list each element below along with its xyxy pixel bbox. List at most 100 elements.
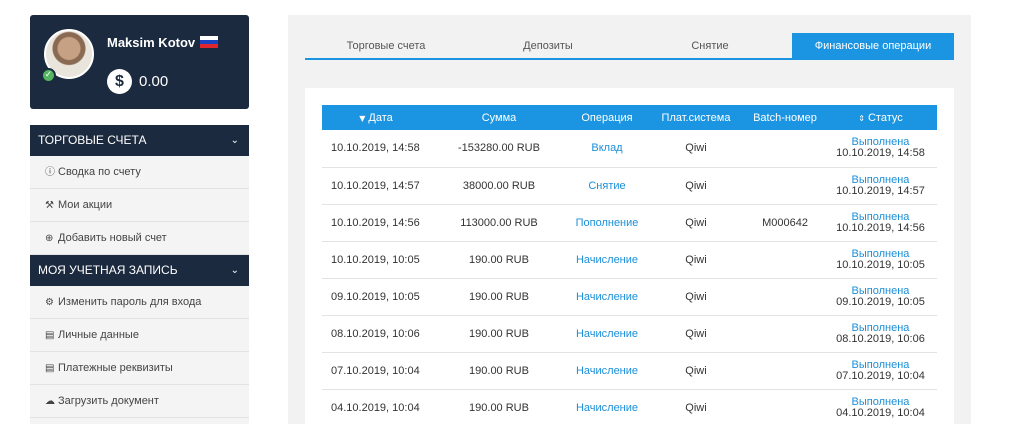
table-row: 10.10.2019, 14:57 38000.00 RUB Снятие Qi… (322, 167, 937, 205)
cell-payment-system: Qiwi (646, 241, 746, 279)
column-header-status[interactable]: ⇕ Статус (824, 105, 937, 130)
cell-amount: 38000.00 RUB (430, 167, 568, 205)
status-date: 08.10.2019, 10:06 (836, 332, 925, 345)
table-row: 04.10.2019, 10:04 190.00 RUB Начисление … (322, 389, 937, 424)
cell-operation[interactable]: Начисление (568, 241, 646, 279)
cell-payment-system: Qiwi (646, 204, 746, 242)
tab-withdrawal[interactable]: Снятие (629, 33, 791, 60)
sidebar-item-change-password[interactable]: ⚙ Изменить пароль для входа (30, 286, 249, 319)
sidebar-item-account-summary[interactable]: ⓘ Сводка по счету (30, 156, 249, 189)
id-card-icon: ▤ (45, 330, 55, 341)
cell-amount: -153280.00 RUB (430, 130, 568, 168)
status-label[interactable]: Выполнена (824, 359, 937, 371)
cell-batch-number (746, 315, 824, 353)
balance-value: 0.00 (139, 73, 169, 90)
cell-batch-number: M000642 (746, 204, 824, 242)
main-panel: Торговые счета Депозиты Снятие Финансовы… (288, 15, 971, 424)
sidebar-item-my-shares[interactable]: ⚒ Мои акции (30, 189, 249, 222)
column-header-operation: Операция (568, 105, 646, 130)
cell-amount: 190.00 RUB (430, 278, 568, 316)
status-date: 10.10.2019, 10:05 (836, 258, 925, 271)
status-label[interactable]: Выполнена (824, 322, 937, 334)
dollar-coin-icon: $ (107, 69, 132, 94)
cell-status: Выполнена 07.10.2019, 10:04 (824, 352, 937, 390)
cell-operation[interactable]: Начисление (568, 315, 646, 353)
cell-amount: 190.00 RUB (430, 241, 568, 279)
status-label[interactable]: Выполнена (824, 248, 937, 260)
status-label[interactable]: Выполнена (824, 285, 937, 297)
cell-status: Выполнена 04.10.2019, 10:04 (824, 389, 937, 424)
cell-amount: 190.00 RUB (430, 315, 568, 353)
table-row: 10.10.2019, 10:05 190.00 RUB Начисление … (322, 241, 937, 279)
tab-deposits[interactable]: Депозиты (467, 33, 629, 60)
table-row: 10.10.2019, 14:56 113000.00 RUB Пополнен… (322, 204, 937, 242)
info-icon: ⓘ (45, 167, 55, 178)
status-label[interactable]: Выполнена (824, 211, 937, 223)
cell-batch-number (746, 278, 824, 316)
status-label[interactable]: Выполнена (824, 396, 937, 408)
cloud-upload-icon: ☁ (45, 396, 55, 407)
cell-date: 10.10.2019, 10:05 (322, 241, 430, 279)
cell-status: Выполнена 10.10.2019, 14:57 (824, 167, 937, 205)
status-date: 09.10.2019, 10:05 (836, 295, 925, 308)
menu-section-trading-accounts[interactable]: ТОРГОВЫЕ СЧЕТА ⌄ (30, 125, 249, 156)
operations-panel: ▼ Дата Сумма Операция Плат.система Batch… (305, 88, 954, 424)
cell-batch-number (746, 352, 824, 390)
cell-amount: 190.00 RUB (430, 389, 568, 424)
column-header-batch-number: Batch-номер (746, 105, 824, 130)
cell-operation[interactable]: Вклад (568, 130, 646, 168)
cell-date: 08.10.2019, 10:06 (322, 315, 430, 353)
table-row: 07.10.2019, 10:04 190.00 RUB Начисление … (322, 352, 937, 390)
tab-bar: Торговые счета Депозиты Снятие Финансовы… (305, 33, 954, 60)
cell-payment-system: Qiwi (646, 130, 746, 168)
sidebar-item-add-account[interactable]: ⊕ Добавить новый счет (30, 222, 249, 255)
cell-status: Выполнена 09.10.2019, 10:05 (824, 278, 937, 316)
verified-check-icon: ✓ (41, 68, 56, 83)
cell-batch-number (746, 130, 824, 168)
cell-payment-system: Qiwi (646, 315, 746, 353)
cell-amount: 113000.00 RUB (430, 204, 568, 242)
table-row: 10.10.2019, 14:58 -153280.00 RUB Вклад Q… (322, 130, 937, 168)
sidebar-menu: ТОРГОВЫЕ СЧЕТА ⌄ ⓘ Сводка по счету ⚒ Мои ак… (30, 125, 249, 424)
user-name: Maksim Kotov (107, 35, 219, 50)
cell-operation[interactable]: Пополнение (568, 204, 646, 242)
chevron-down-icon: ⌄ (230, 265, 239, 276)
cell-operation[interactable]: Начисление (568, 278, 646, 316)
table-header-row: ▼ Дата Сумма Операция Плат.система Batch… (322, 105, 937, 130)
column-header-amount: Сумма (430, 105, 568, 130)
cell-payment-system: Qiwi (646, 352, 746, 390)
sidebar-item-upload-document[interactable]: ☁ Загрузить документ (30, 385, 249, 418)
cell-batch-number (746, 167, 824, 205)
sidebar-item-payment-details[interactable]: ▤ Платежные реквизиты (30, 352, 249, 385)
cell-date: 04.10.2019, 10:04 (322, 389, 430, 424)
cell-date: 10.10.2019, 14:58 (322, 130, 430, 168)
cell-batch-number (746, 389, 824, 424)
gavel-icon: ⚒ (45, 200, 54, 211)
tab-financial-operations[interactable]: Финансовые операции (792, 33, 954, 60)
cell-date: 10.10.2019, 14:57 (322, 167, 430, 205)
russia-flag-icon (200, 36, 219, 48)
page: ✓ Maksim Kotov $ 0.00 ТОРГОВЫЕ СЧЕТА ⌄ ⓘ С… (0, 0, 1024, 424)
cell-amount: 190.00 RUB (430, 352, 568, 390)
cell-operation[interactable]: Снятие (568, 167, 646, 205)
sidebar-item-personal-data[interactable]: ▤ Личные данные (30, 319, 249, 352)
id-card-icon: ▤ (45, 363, 55, 374)
cell-payment-system: Qiwi (646, 389, 746, 424)
column-header-date[interactable]: ▼ Дата (322, 105, 430, 130)
column-header-payment-system: Плат.система (646, 105, 746, 130)
cell-payment-system: Qiwi (646, 278, 746, 316)
chevron-down-icon: ⌄ (230, 135, 239, 146)
status-label[interactable]: Выполнена (824, 174, 937, 186)
cell-batch-number (746, 241, 824, 279)
cell-operation[interactable]: Начисление (568, 389, 646, 424)
status-date: 10.10.2019, 14:58 (836, 147, 925, 160)
cell-payment-system: Qiwi (646, 167, 746, 205)
menu-section-my-account[interactable]: МОЯ УЧЕТНАЯ ЗАПИСЬ ⌄ (30, 255, 249, 286)
table-row: 09.10.2019, 10:05 190.00 RUB Начисление … (322, 278, 937, 316)
cell-operation[interactable]: Начисление (568, 352, 646, 390)
plus-circle-icon: ⊕ (45, 233, 54, 244)
operations-table: ▼ Дата Сумма Операция Плат.система Batch… (322, 105, 937, 424)
cell-status: Выполнена 08.10.2019, 10:06 (824, 315, 937, 353)
status-date: 10.10.2019, 14:56 (836, 221, 925, 234)
tab-trading-accounts[interactable]: Торговые счета (305, 33, 467, 60)
